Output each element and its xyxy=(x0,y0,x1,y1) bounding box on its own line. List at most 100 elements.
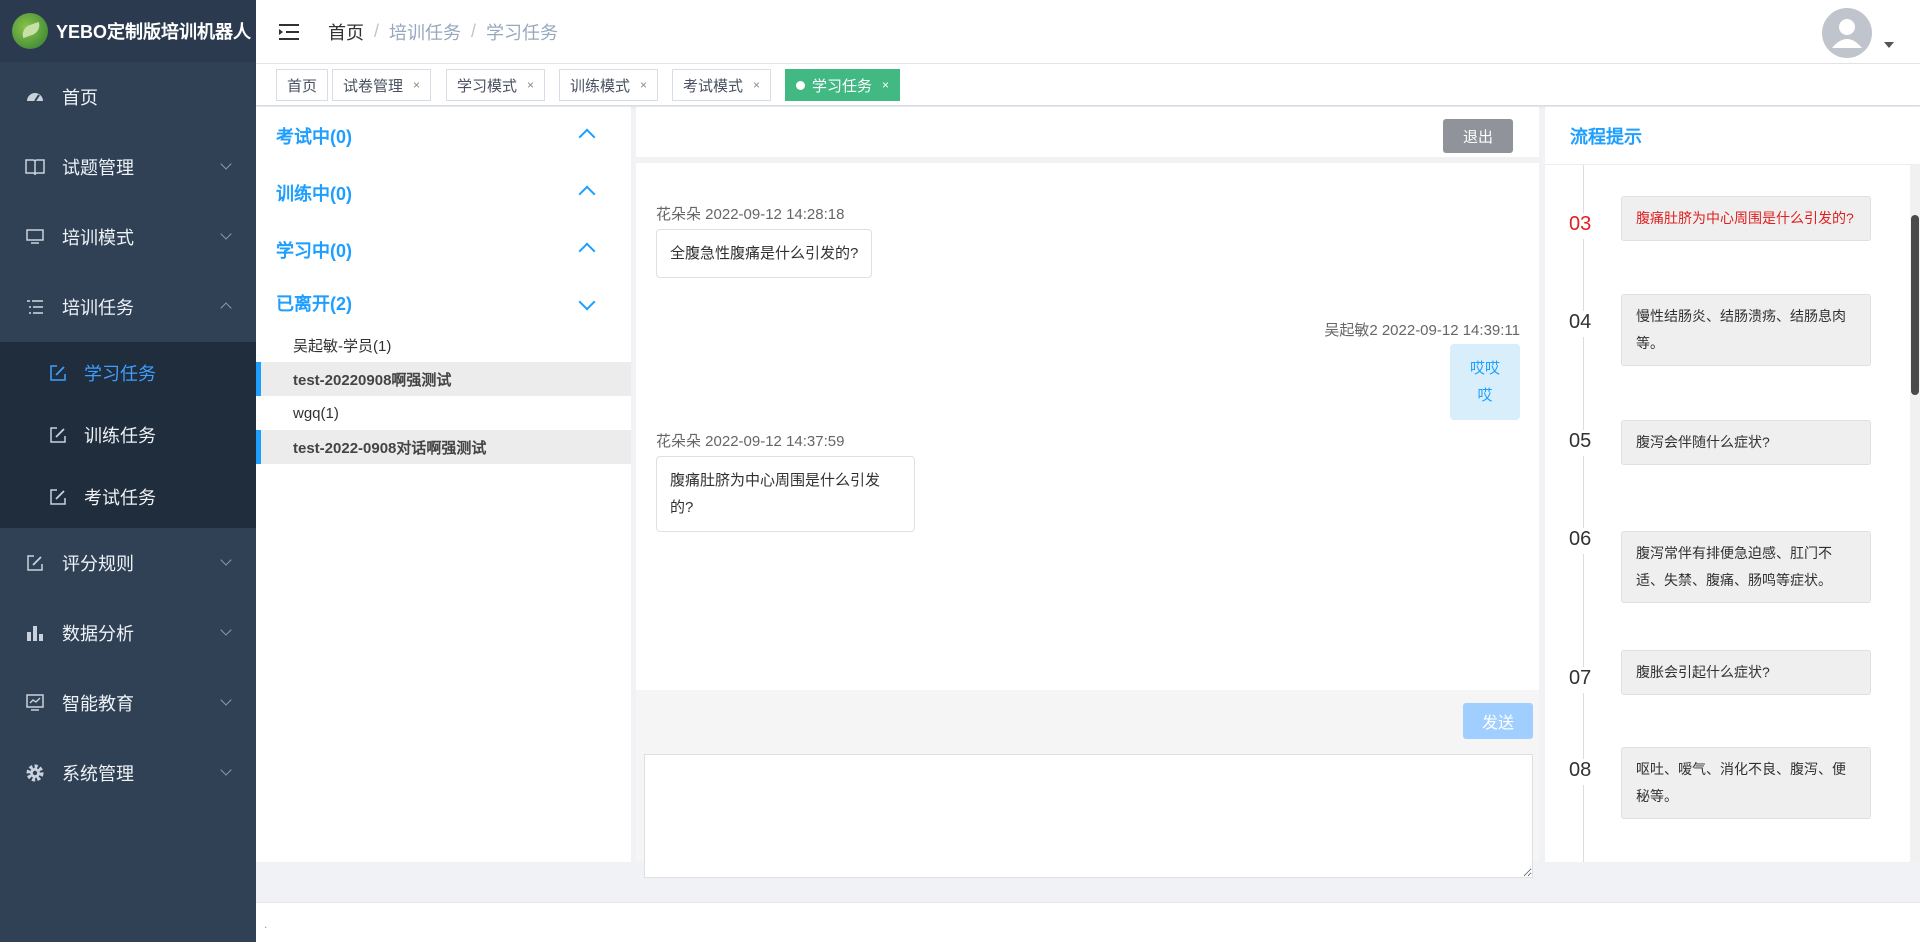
group-left[interactable]: 已离开(2) xyxy=(256,278,631,328)
breadcrumb-item-home[interactable]: 首页 xyxy=(328,19,364,45)
close-icon[interactable]: × xyxy=(882,78,889,92)
breadcrumb: 首页 / 培训任务 / 学习任务 xyxy=(328,19,558,45)
brand: YEBO定制版培训机器人 xyxy=(0,0,256,62)
chevron-up-icon xyxy=(578,128,596,146)
sidebar-item-label: 培训任务 xyxy=(62,298,134,318)
sidebar-subitem-label: 学习任务 xyxy=(84,364,156,384)
sidebar-subitem-exam-task[interactable]: 考试任务 xyxy=(0,466,256,528)
close-icon[interactable]: × xyxy=(753,78,760,92)
chevron-down-icon xyxy=(220,158,232,170)
close-icon[interactable]: × xyxy=(527,78,534,92)
group-label: 训练中(0) xyxy=(276,183,352,204)
sidebar-item-system-mgmt[interactable]: 系统管理 xyxy=(0,738,256,808)
message-bubble: 腹痛肚脐为中心周围是什么引发的? xyxy=(656,456,915,532)
close-icon[interactable]: × xyxy=(413,78,420,92)
step-text: 腹胀会引起什么症状? xyxy=(1621,650,1871,695)
list-item[interactable]: test-20220908啊强测试 xyxy=(256,362,631,396)
sidebar-subitem-label: 考试任务 xyxy=(84,488,156,508)
sidebar-item-label: 培训模式 xyxy=(62,228,134,248)
sidebar-subitem-study-task[interactable]: 学习任务 xyxy=(0,342,256,404)
step-number: 04 xyxy=(1569,311,1609,337)
breadcrumb-item-training-task: 培训任务 xyxy=(389,22,462,43)
group-label: 考试中(0) xyxy=(276,126,352,147)
list-item[interactable]: wgq(1) xyxy=(256,396,631,430)
list-item[interactable]: 吴起敏-学员(1) xyxy=(256,328,631,362)
chevron-down-icon xyxy=(220,764,232,776)
step-number: 05 xyxy=(1569,430,1609,456)
group-exam[interactable]: 考试中(0) xyxy=(256,107,631,164)
tag-drill-mode[interactable]: 训练模式 × xyxy=(559,69,659,101)
scrollbar-thumb[interactable] xyxy=(1911,215,1919,395)
list-item[interactable]: test-2022-0908对话啊强测试 xyxy=(256,430,631,464)
sidebar-item-question-mgmt[interactable]: 试题管理 xyxy=(0,132,256,202)
tag-label: 训练模式 xyxy=(570,77,631,95)
sidebar-item-training-mode[interactable]: 培训模式 xyxy=(0,202,256,272)
breadcrumb-item-study-task: 学习任务 xyxy=(486,22,559,43)
list-icon xyxy=(24,296,46,318)
sidebar-item-label: 智能教育 xyxy=(62,694,134,714)
sidebar-item-data-analysis[interactable]: 数据分析 xyxy=(0,598,256,668)
message-meta: 花朵朵 2022-09-12 14:28:18 xyxy=(656,206,845,223)
chevron-down-icon xyxy=(220,228,232,240)
list-item-label: wgq(1) xyxy=(293,404,339,422)
logo-icon xyxy=(12,13,48,49)
sidebar-subitem-drill-task[interactable]: 训练任务 xyxy=(0,404,256,466)
breadcrumb-separator: / xyxy=(374,21,380,41)
sidebar-item-label: 数据分析 xyxy=(62,624,134,644)
flow-steps: 03 腹痛肚脐为中心周围是什么引发的? 04 慢性结肠炎、结肠溃疡、结肠息肉等。… xyxy=(1545,165,1905,862)
message-meta: 花朵朵 2022-09-12 14:37:59 xyxy=(656,433,845,450)
active-dot-icon xyxy=(796,80,805,90)
bar-chart-icon xyxy=(24,622,46,644)
tag-paper-mgmt[interactable]: 试卷管理 × xyxy=(332,69,432,101)
dashboard-icon xyxy=(24,86,46,108)
hamburger-icon[interactable] xyxy=(278,20,302,44)
tag-study-mode[interactable]: 学习模式 × xyxy=(446,69,546,101)
caret-down-icon[interactable] xyxy=(1884,42,1894,48)
tag-label: 试卷管理 xyxy=(343,77,404,95)
group-drill[interactable]: 训练中(0) xyxy=(256,164,631,221)
step-text: 腹泻会伴随什么症状? xyxy=(1621,420,1871,465)
submenu-training-task: 学习任务 训练任务 考试任务 xyxy=(0,342,256,528)
tag-label: 考试模式 xyxy=(683,77,744,95)
tag-exam-mode[interactable]: 考试模式 × xyxy=(672,69,772,101)
gear-icon xyxy=(24,762,46,784)
sidebar-item-smart-education[interactable]: 智能教育 xyxy=(0,668,256,738)
timeline-line xyxy=(1583,165,1584,862)
message-input[interactable] xyxy=(644,754,1533,878)
sidebar-item-training-task[interactable]: 培训任务 xyxy=(0,272,256,342)
step-text: 呕吐、嗳气、消化不良、腹泻、便秘等。 xyxy=(1621,747,1871,819)
exit-button[interactable]: 退出 xyxy=(1443,119,1513,153)
sidebar-item-scoring-rules[interactable]: 评分规则 xyxy=(0,528,256,598)
book-icon xyxy=(24,156,46,178)
sidebar-item-home[interactable]: 首页 xyxy=(0,62,256,132)
tag-home[interactable]: 首页 xyxy=(276,69,329,101)
edit-icon xyxy=(48,425,68,445)
tag-study-task[interactable]: 学习任务 × xyxy=(785,69,901,101)
tag-label: 学习模式 xyxy=(457,77,518,95)
sidebar: YEBO定制版培训机器人 首页 试题管理 培训模式 培训任务 学习任务 训练任务… xyxy=(0,0,256,942)
sidebar-item-label: 系统管理 xyxy=(62,764,134,784)
status-panel: 考试中(0) 训练中(0) 学习中(0) 已离开(2) 吴起敏-学员(1) te… xyxy=(256,107,631,862)
brand-title: YEBO定制版培训机器人 xyxy=(56,22,252,42)
avatar[interactable] xyxy=(1822,8,1872,58)
step-text: 慢性结肠炎、结肠溃疡、结肠息肉等。 xyxy=(1621,294,1871,366)
chevron-up-icon xyxy=(220,302,232,314)
list-item-label: 吴起敏-学员(1) xyxy=(293,337,392,355)
step-text: 腹痛肚脐为中心周围是什么引发的? xyxy=(1621,196,1871,241)
flow-scrollbar[interactable] xyxy=(1910,165,1920,862)
edit-icon xyxy=(48,363,68,383)
list-item-label: test-2022-0908对话啊强测试 xyxy=(293,439,487,457)
group-study[interactable]: 学习中(0) xyxy=(256,221,631,278)
screen-icon xyxy=(24,692,46,714)
sidebar-item-label: 首页 xyxy=(62,88,98,108)
close-icon[interactable]: × xyxy=(640,78,647,92)
list-item-label: test-20220908啊强测试 xyxy=(293,371,452,389)
chevron-down-icon xyxy=(220,694,232,706)
message-bubble: 哎哎哎 xyxy=(1450,344,1520,420)
chevron-down-icon xyxy=(220,554,232,566)
flow-title: 流程提示 xyxy=(1545,107,1920,165)
send-button[interactable]: 发送 xyxy=(1463,703,1533,739)
sidebar-item-label: 评分规则 xyxy=(62,554,134,574)
step-text: 腹泻常伴有排便急迫感、肛门不适、失禁、腹痛、肠鸣等症状。 xyxy=(1621,531,1871,603)
tags-view: 首页 试卷管理 × 学习模式 × 训练模式 × 考试模式 × 学习任务 × xyxy=(256,64,1920,106)
